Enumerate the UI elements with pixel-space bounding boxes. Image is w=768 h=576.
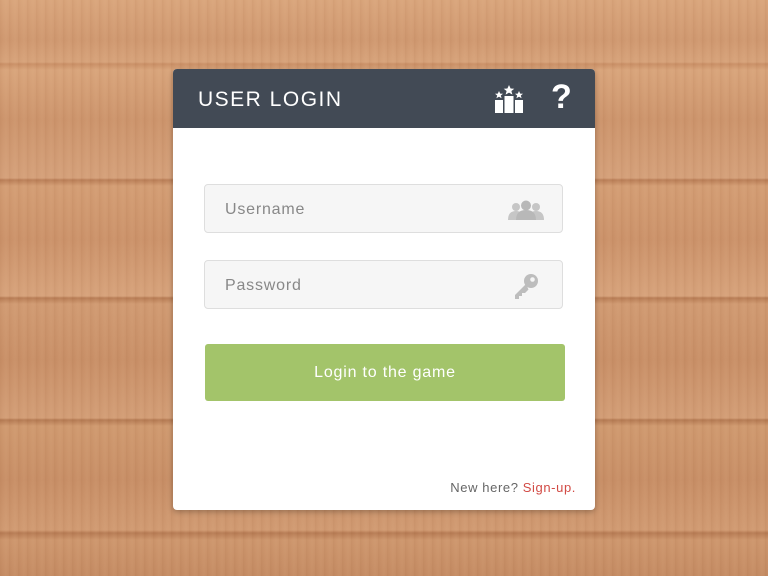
login-card: USER LOGIN ? Login to the gam (173, 69, 595, 510)
login-button[interactable]: Login to the game (205, 344, 565, 401)
signup-link[interactable]: Sign-up. (523, 480, 576, 495)
podium-icon[interactable] (494, 85, 524, 113)
help-icon[interactable]: ? (551, 79, 572, 115)
card-header: USER LOGIN ? (173, 69, 595, 128)
signup-prompt-text: New here? (450, 480, 519, 495)
username-input[interactable] (205, 185, 517, 234)
users-icon (508, 200, 544, 220)
page-title: USER LOGIN (198, 88, 343, 111)
username-field (204, 184, 563, 234)
signup-prompt: New here? Sign-up. (450, 480, 576, 495)
password-field (204, 260, 563, 310)
password-input[interactable] (205, 261, 517, 310)
key-icon (515, 274, 538, 299)
